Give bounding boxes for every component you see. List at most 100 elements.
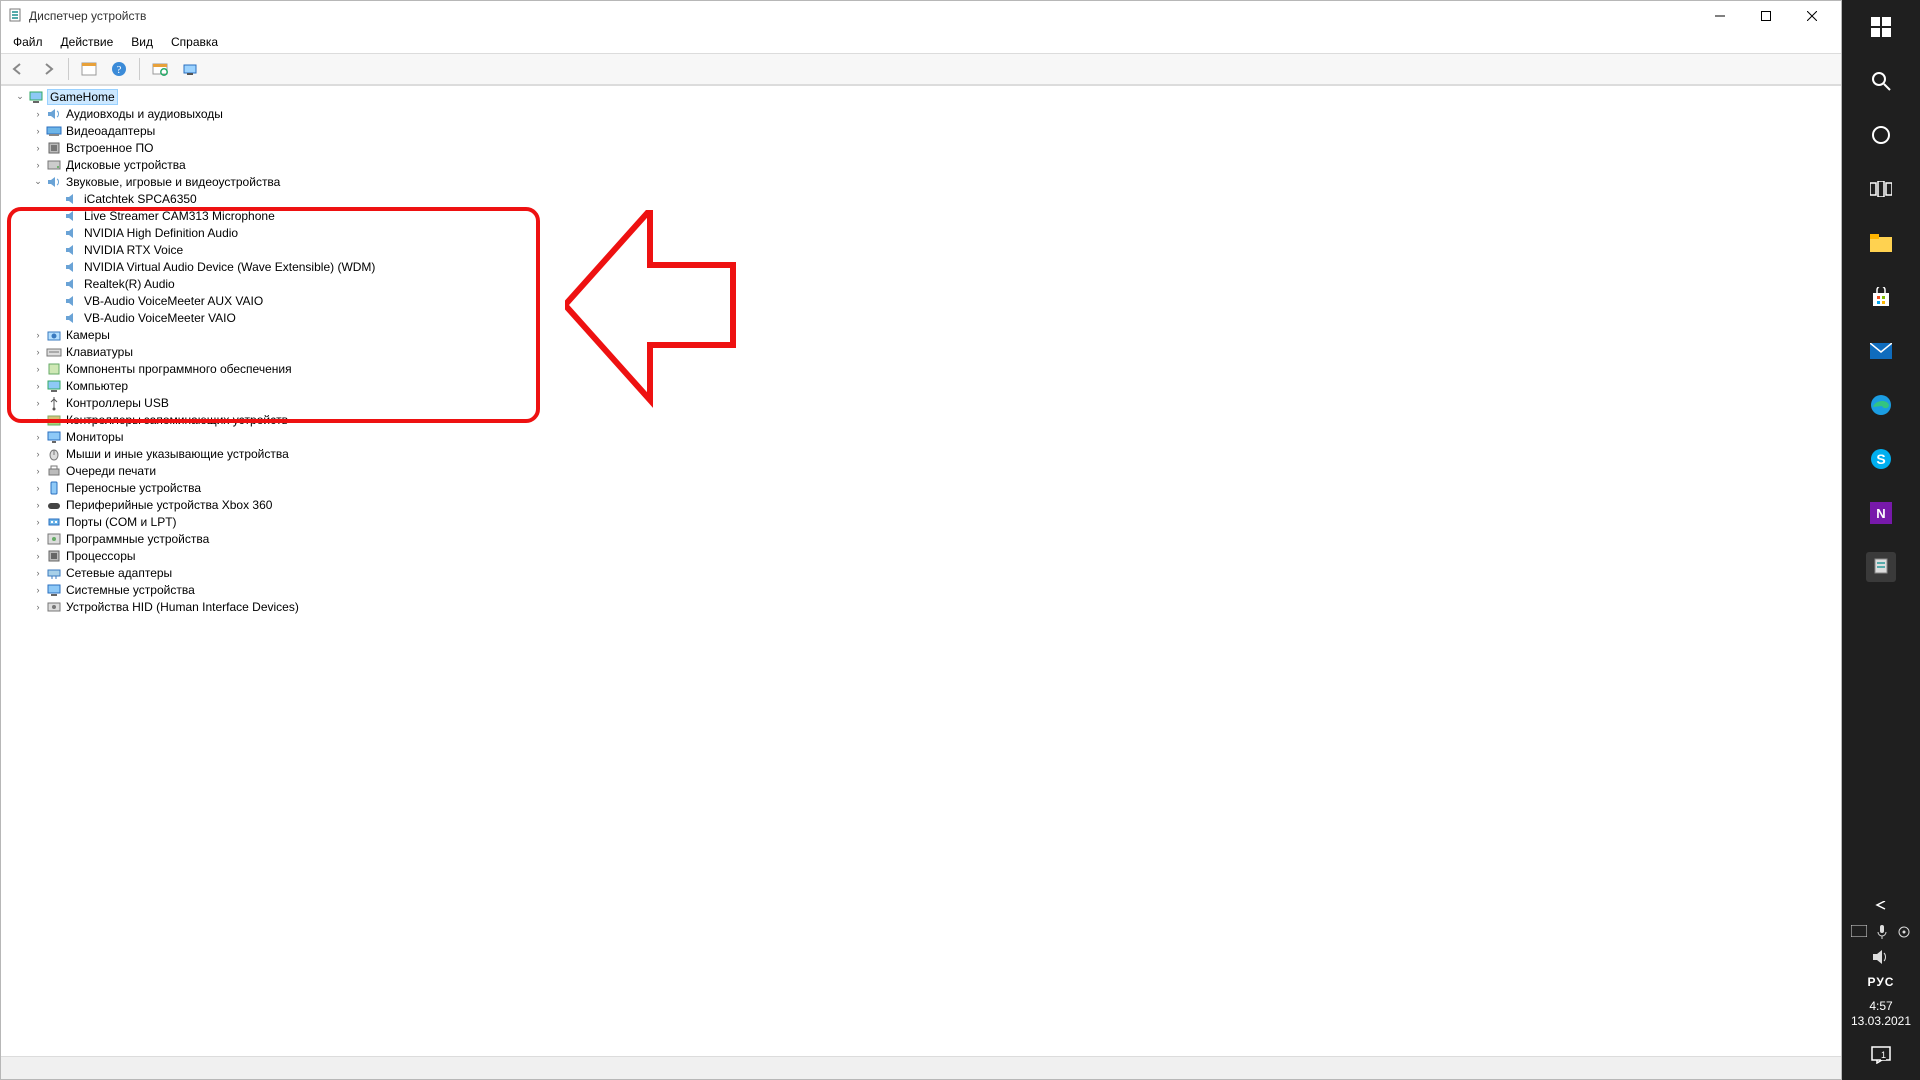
expand-toggle[interactable]: ⌄ bbox=[13, 90, 27, 104]
svg-text:N: N bbox=[1876, 506, 1885, 521]
scan-hardware-button[interactable] bbox=[147, 56, 173, 82]
expand-toggle[interactable]: › bbox=[31, 328, 45, 342]
expand-toggle[interactable]: › bbox=[31, 345, 45, 359]
expand-toggle[interactable]: › bbox=[31, 447, 45, 461]
device-item[interactable]: VB-Audio VoiceMeeter AUX VAIO bbox=[3, 292, 1841, 309]
cat-sound-video-game[interactable]: ⌄Звуковые, игровые и видеоустройства bbox=[3, 173, 1841, 190]
cat-ports[interactable]: ›Порты (COM и LPT) bbox=[3, 513, 1841, 530]
cat-hid[interactable]: ›Устройства HID (Human Interface Devices… bbox=[3, 598, 1841, 615]
tray-microphone-icon[interactable] bbox=[1877, 925, 1887, 939]
cat-disk-drives[interactable]: ›Дисковые устройства bbox=[3, 156, 1841, 173]
back-button[interactable] bbox=[5, 56, 31, 82]
cat-system-devices[interactable]: ›Системные устройства bbox=[3, 581, 1841, 598]
maximize-button[interactable] bbox=[1743, 1, 1789, 31]
tray-keyboard-icon[interactable] bbox=[1851, 925, 1867, 939]
search-button[interactable] bbox=[1866, 66, 1896, 96]
device-item[interactable]: NVIDIA Virtual Audio Device (Wave Extens… bbox=[3, 258, 1841, 275]
onenote-icon[interactable]: N bbox=[1866, 498, 1896, 528]
device-item[interactable]: Realtek(R) Audio bbox=[3, 275, 1841, 292]
forward-button[interactable] bbox=[35, 56, 61, 82]
expand-toggle[interactable]: › bbox=[31, 396, 45, 410]
clock[interactable]: 4:57 13.03.2021 bbox=[1851, 999, 1911, 1030]
file-explorer-icon[interactable] bbox=[1866, 228, 1896, 258]
phone-icon bbox=[46, 480, 62, 496]
cat-print-queues[interactable]: ›Очереди печати bbox=[3, 462, 1841, 479]
device-item[interactable]: NVIDIA High Definition Audio bbox=[3, 224, 1841, 241]
expand-toggle[interactable]: › bbox=[31, 430, 45, 444]
computer-icon bbox=[46, 378, 62, 394]
help-button[interactable]: ? bbox=[106, 56, 132, 82]
cat-firmware[interactable]: ›Встроенное ПО bbox=[3, 139, 1841, 156]
cortana-button[interactable] bbox=[1866, 120, 1896, 150]
tray-volume-icon[interactable] bbox=[1872, 949, 1890, 965]
device-item[interactable]: iCatchtek SPCA6350 bbox=[3, 190, 1841, 207]
cat-mice[interactable]: ›Мыши и иные указывающие устройства bbox=[3, 445, 1841, 462]
expand-toggle[interactable]: › bbox=[31, 566, 45, 580]
menu-action[interactable]: Действие bbox=[53, 33, 122, 51]
microsoft-store-icon[interactable] bbox=[1866, 282, 1896, 312]
cat-portable-devices[interactable]: ›Переносные устройства bbox=[3, 479, 1841, 496]
expand-toggle[interactable]: › bbox=[31, 158, 45, 172]
speaker-icon bbox=[64, 242, 80, 258]
cat-software-devices[interactable]: ›Программные устройства bbox=[3, 530, 1841, 547]
start-button[interactable] bbox=[1866, 12, 1896, 42]
tray-location-icon[interactable] bbox=[1897, 925, 1911, 939]
expand-toggle[interactable]: › bbox=[31, 481, 45, 495]
cat-software-components[interactable]: ›Компоненты программного обеспечения bbox=[3, 360, 1841, 377]
expand-toggle[interactable]: › bbox=[31, 583, 45, 597]
expand-toggle[interactable]: › bbox=[31, 413, 45, 427]
cat-display-adapters[interactable]: ›Видеоадаптеры bbox=[3, 122, 1841, 139]
menu-view[interactable]: Вид bbox=[123, 33, 161, 51]
minimize-button[interactable] bbox=[1697, 1, 1743, 31]
expand-toggle[interactable]: › bbox=[31, 379, 45, 393]
app-icon bbox=[7, 8, 23, 24]
device-item[interactable]: NVIDIA RTX Voice bbox=[3, 241, 1841, 258]
cat-audio-io[interactable]: ›Аудиовходы и аудиовыходы bbox=[3, 105, 1841, 122]
speaker-icon bbox=[46, 106, 62, 122]
menu-file[interactable]: Файл bbox=[5, 33, 51, 51]
expand-toggle[interactable]: › bbox=[31, 532, 45, 546]
software-device-icon bbox=[46, 531, 62, 547]
device-tree[interactable]: ⌄ GameHome ›Аудиовходы и аудиовыходы ›Ви… bbox=[1, 85, 1841, 1057]
task-view-button[interactable] bbox=[1866, 174, 1896, 204]
expand-toggle[interactable]: › bbox=[31, 549, 45, 563]
device-item[interactable]: VB-Audio VoiceMeeter VAIO bbox=[3, 309, 1841, 326]
close-button[interactable] bbox=[1789, 1, 1835, 31]
toolbar: ? bbox=[1, 54, 1841, 85]
notifications-button[interactable]: 1 bbox=[1866, 1040, 1896, 1070]
device-manager-window: Диспетчер устройств Файл Действие Вид Сп… bbox=[0, 0, 1842, 1080]
expand-toggle[interactable]: ⌄ bbox=[31, 175, 45, 189]
expand-toggle[interactable]: › bbox=[31, 124, 45, 138]
expand-toggle[interactable]: › bbox=[31, 600, 45, 614]
properties-button[interactable] bbox=[177, 56, 203, 82]
cat-cameras[interactable]: ›Камеры bbox=[3, 326, 1841, 343]
expand-toggle[interactable]: › bbox=[31, 498, 45, 512]
edge-icon[interactable] bbox=[1866, 390, 1896, 420]
cat-keyboards[interactable]: ›Клавиатуры bbox=[3, 343, 1841, 360]
cat-monitors[interactable]: ›Мониторы bbox=[3, 428, 1841, 445]
language-indicator[interactable]: РУС bbox=[1868, 975, 1895, 989]
device-item[interactable]: Live Streamer CAM313 Microphone bbox=[3, 207, 1841, 224]
cat-network-adapters[interactable]: ›Сетевые адаптеры bbox=[3, 564, 1841, 581]
tray-expand-button[interactable] bbox=[1866, 897, 1896, 915]
taskbar[interactable]: S N РУС 4:57 13.03.2021 1 bbox=[1842, 0, 1920, 1080]
show-hide-console-button[interactable] bbox=[76, 56, 102, 82]
hid-icon bbox=[46, 599, 62, 615]
mail-icon[interactable] bbox=[1866, 336, 1896, 366]
cat-processors[interactable]: ›Процессоры bbox=[3, 547, 1841, 564]
titlebar[interactable]: Диспетчер устройств bbox=[1, 1, 1841, 31]
skype-icon[interactable]: S bbox=[1866, 444, 1896, 474]
chip-icon bbox=[46, 140, 62, 156]
cat-xbox-peripherals[interactable]: ›Периферийные устройства Xbox 360 bbox=[3, 496, 1841, 513]
cat-computer[interactable]: ›Компьютер bbox=[3, 377, 1841, 394]
expand-toggle[interactable]: › bbox=[31, 515, 45, 529]
tree-root[interactable]: ⌄ GameHome bbox=[3, 88, 1841, 105]
device-manager-taskbar-icon[interactable] bbox=[1866, 552, 1896, 582]
cat-usb-controllers[interactable]: ›Контроллеры USB bbox=[3, 394, 1841, 411]
expand-toggle[interactable]: › bbox=[31, 107, 45, 121]
cat-storage-controllers[interactable]: ›Контроллеры запоминающих устройств bbox=[3, 411, 1841, 428]
expand-toggle[interactable]: › bbox=[31, 362, 45, 376]
expand-toggle[interactable]: › bbox=[31, 141, 45, 155]
menu-help[interactable]: Справка bbox=[163, 33, 226, 51]
expand-toggle[interactable]: › bbox=[31, 464, 45, 478]
